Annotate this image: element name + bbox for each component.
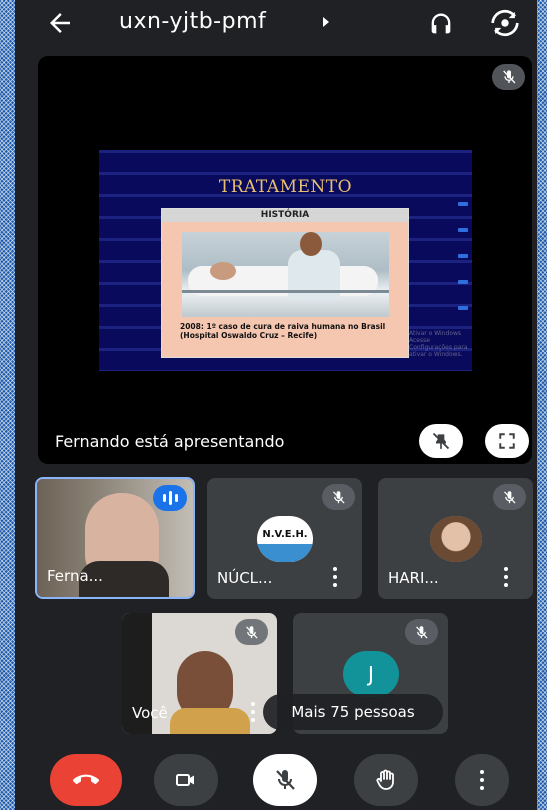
- fullscreen-icon: [499, 433, 515, 449]
- slide-content-box: HISTÓRIA 2008: 1º caso de cura de raiva …: [161, 208, 409, 358]
- headphones-icon[interactable]: [427, 10, 455, 38]
- more-options-icon[interactable]: [248, 702, 258, 722]
- participant-name: Você: [132, 704, 168, 722]
- raise-hand-icon: [376, 769, 394, 790]
- mic-off-icon: [493, 484, 526, 510]
- slide-decoration: [458, 306, 468, 310]
- meet-screen: uxn-yjtb-pmf TRATAMENTO HISTÓRIA 2008: 1…: [15, 0, 537, 810]
- slide-caption: 2008: 1º caso de cura de raiva humana no…: [180, 322, 386, 340]
- end-call-button[interactable]: [50, 754, 122, 806]
- more-vert-icon: [477, 770, 487, 790]
- avatar-text: N.V.E.H.: [262, 529, 308, 540]
- more-options-icon[interactable]: [330, 567, 340, 587]
- switch-camera-icon[interactable]: [489, 8, 521, 38]
- slide-title: TRATAMENTO: [218, 177, 353, 197]
- slide-subtitle: HISTÓRIA: [162, 209, 408, 222]
- speaking-indicator-icon: [153, 485, 187, 511]
- mic-off-icon: [235, 619, 268, 645]
- back-arrow-icon[interactable]: [45, 8, 75, 38]
- windows-watermark: Ativar o Windows Acesse Configurações pa…: [409, 330, 468, 358]
- pin-off-icon: [432, 432, 450, 450]
- photo-patient: [210, 262, 236, 280]
- avatar-initial: J: [343, 651, 399, 697]
- call-controls: [15, 748, 537, 810]
- avatar-stripe: [257, 544, 313, 562]
- participant-shirt: [170, 708, 250, 734]
- mic-off-icon: [276, 770, 295, 790]
- hang-up-icon: [73, 774, 99, 785]
- participant-tile-fernando[interactable]: Ferna...: [35, 477, 195, 599]
- raise-hand-button[interactable]: [354, 754, 418, 806]
- slide-decoration: [458, 254, 468, 258]
- caret-right-icon[interactable]: [323, 17, 329, 27]
- video-camera-icon: [176, 774, 194, 786]
- avatar: [430, 516, 482, 562]
- avatar-photo: [430, 516, 482, 562]
- meeting-code[interactable]: uxn-yjtb-pmf: [119, 9, 266, 34]
- shared-slide: TRATAMENTO HISTÓRIA 2008: 1º caso de cur…: [99, 150, 472, 371]
- photo-rail: [182, 290, 389, 293]
- participant-name: HARI...: [388, 569, 439, 587]
- hospital-photo: [182, 232, 389, 317]
- fullscreen-button[interactable]: [485, 424, 529, 458]
- mic-off-icon: [405, 619, 438, 645]
- participant-name: Ferna...: [47, 567, 103, 585]
- more-people-pill[interactable]: Mais 75 pessoas: [263, 694, 443, 730]
- participant-name: NÚCL...: [217, 569, 273, 587]
- photo-doctor-head: [300, 232, 322, 256]
- slide-decoration: [458, 202, 468, 206]
- unpin-button[interactable]: [419, 424, 463, 458]
- microphone-toggle-button[interactable]: [253, 754, 317, 806]
- mic-off-icon: [492, 64, 525, 90]
- top-bar: uxn-yjtb-pmf: [15, 0, 537, 52]
- more-options-icon[interactable]: [501, 567, 511, 587]
- mic-off-icon: [322, 484, 355, 510]
- camera-toggle-button[interactable]: [154, 754, 218, 806]
- participant-tile-self[interactable]: Você: [122, 613, 277, 734]
- presentation-view[interactable]: TRATAMENTO HISTÓRIA 2008: 1º caso de cur…: [38, 56, 532, 464]
- slide-decoration: [458, 280, 468, 284]
- more-options-button[interactable]: [455, 754, 509, 806]
- presenting-status: Fernando está apresentando: [55, 432, 285, 451]
- slide-decoration: [458, 228, 468, 232]
- participant-tile-hari[interactable]: HARI...: [378, 478, 533, 599]
- participant-tile-nucleo[interactable]: N.V.E.H. NÚCL...: [207, 478, 362, 599]
- avatar: N.V.E.H.: [257, 516, 313, 562]
